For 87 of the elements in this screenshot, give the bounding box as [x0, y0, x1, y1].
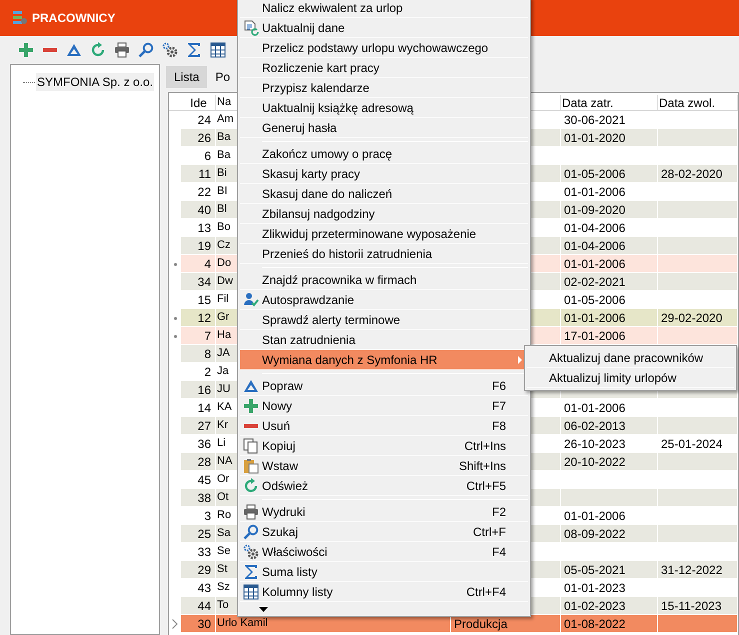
table-cell-text: 01-09-2020 [564, 202, 626, 218]
table-cell-text: 14 [198, 400, 211, 416]
table-cell-text: 01-02-2023 [564, 598, 626, 614]
table-cell-text: 01-01-2006 [564, 184, 626, 200]
table-cell-text: 7 [204, 328, 211, 344]
table-cell-text: 01-01-2006 [564, 508, 626, 524]
table-cell-text: 44 [198, 598, 211, 614]
table-cell-text: Gr [217, 310, 230, 326]
table-cell-text: 01-01-2023 [564, 580, 626, 596]
table-cell-text: 34 [198, 274, 211, 290]
table-cell-text: Fil [217, 292, 229, 308]
window-title: PRACOWNICY [32, 10, 116, 27]
table-cell-text: 40 [198, 202, 211, 218]
table-cell-text: St [217, 562, 228, 578]
table-cell-text: Cz [217, 238, 230, 254]
table-cell-text: 28-02-2020 [661, 166, 722, 182]
table-cell-text: NA [217, 454, 232, 470]
table-cell-text: 31-12-2022 [661, 562, 722, 578]
table-cell-text: Sa [217, 526, 230, 542]
table-cell-text: Bo [217, 220, 230, 236]
table-cell-text: 12 [198, 310, 211, 326]
table-cell-text: Urlo Kamil [217, 616, 268, 632]
table-cell-text: 29-02-2020 [661, 310, 722, 326]
table-cell-text: 15 [198, 292, 211, 308]
table-cell-text: 25 [198, 526, 211, 542]
table-cell-text: Am [217, 112, 234, 128]
table-cell-text: Kr [217, 418, 228, 434]
table-cell-text: 38 [198, 490, 211, 506]
table-cell-text: 2 [204, 364, 211, 380]
table-cell-text: Ot [217, 490, 229, 506]
table-cell-text: To [217, 598, 229, 614]
table-cell-text: 26-10-2023 [564, 436, 626, 452]
table-cell-text: Dw [217, 274, 233, 290]
table-cell-text: 20-10-2022 [564, 454, 626, 470]
table-cell-text: 13 [198, 220, 211, 236]
table-cell-text: JA [217, 346, 230, 362]
table-cell-text: 30 [198, 616, 211, 632]
table-cell-text: 01-01-2006 [564, 310, 626, 326]
table-cell-text: 43 [198, 580, 211, 596]
table-cell-text: 26 [198, 130, 211, 146]
table-cell-text: 01-05-2006 [564, 292, 626, 308]
table-cell-text: BI [217, 184, 228, 200]
table-cell-text: 33 [198, 544, 211, 560]
table-cell-text: 22 [198, 184, 211, 200]
table-cell-text: 8 [204, 346, 211, 362]
table-cell-text: 08-09-2022 [564, 526, 626, 542]
table-cell-text: 11 [198, 166, 211, 182]
table-cell-text: 01-08-2022 [564, 616, 626, 632]
table-cell-text: 15-11-2023 [661, 598, 722, 614]
table-cell-text: Do [217, 256, 232, 272]
table-cell-text: 36 [198, 436, 211, 452]
table-cell-text: 19 [198, 238, 211, 254]
table-cell-text: 01-01-2020 [564, 130, 626, 146]
table-cell-text: Or [217, 472, 230, 488]
table-cell-text: Ba [217, 130, 230, 146]
table-cell-text: 30-06-2021 [564, 112, 626, 128]
table-cell-text: 24 [198, 112, 211, 128]
table-cell-text: Li [217, 436, 226, 452]
table-cell-text: 3 [204, 508, 211, 524]
table-cell-text: 4 [204, 256, 211, 272]
table-cell-text: 27 [198, 418, 211, 434]
table-cell-text: Ro [217, 508, 232, 524]
table-cell-text: JU [217, 382, 230, 398]
table-cell-text: Ja [217, 364, 229, 380]
table-cell-text: 17-01-2006 [564, 328, 626, 344]
table-cell-text: 01-04-2006 [564, 220, 626, 236]
table-cell-text: Ha [217, 328, 232, 344]
table-cell-text: 28 [198, 454, 211, 470]
table-cell-text: KA [217, 400, 232, 416]
table-cell-text: 06-02-2013 [564, 418, 626, 434]
table-cell-text: 45 [198, 472, 211, 488]
table-cell-text: 01-01-2006 [564, 256, 626, 272]
table-cell-text: 01-05-2006 [564, 166, 626, 182]
table-cell-text: Se [217, 544, 230, 560]
table-cell-text: Ba [217, 148, 230, 164]
table-cell-text: 16 [198, 382, 211, 398]
table-cell-text: 01-01-2006 [564, 400, 626, 416]
table-cell-text: 29 [198, 562, 211, 578]
table-cell-text: Produkcja [454, 616, 508, 632]
table-cell-text: Bl [217, 202, 227, 218]
table-cell-text: 25-01-2024 [661, 436, 722, 452]
table-cell-text: 6 [204, 148, 211, 164]
table-cell-text: 01-04-2006 [564, 238, 626, 254]
table-cell-text: 02-02-2021 [564, 274, 626, 290]
table-cell-text: 05-05-2021 [564, 562, 626, 578]
table-cell-text: Sz [217, 580, 230, 596]
table-cell-text: Bi [217, 166, 227, 182]
